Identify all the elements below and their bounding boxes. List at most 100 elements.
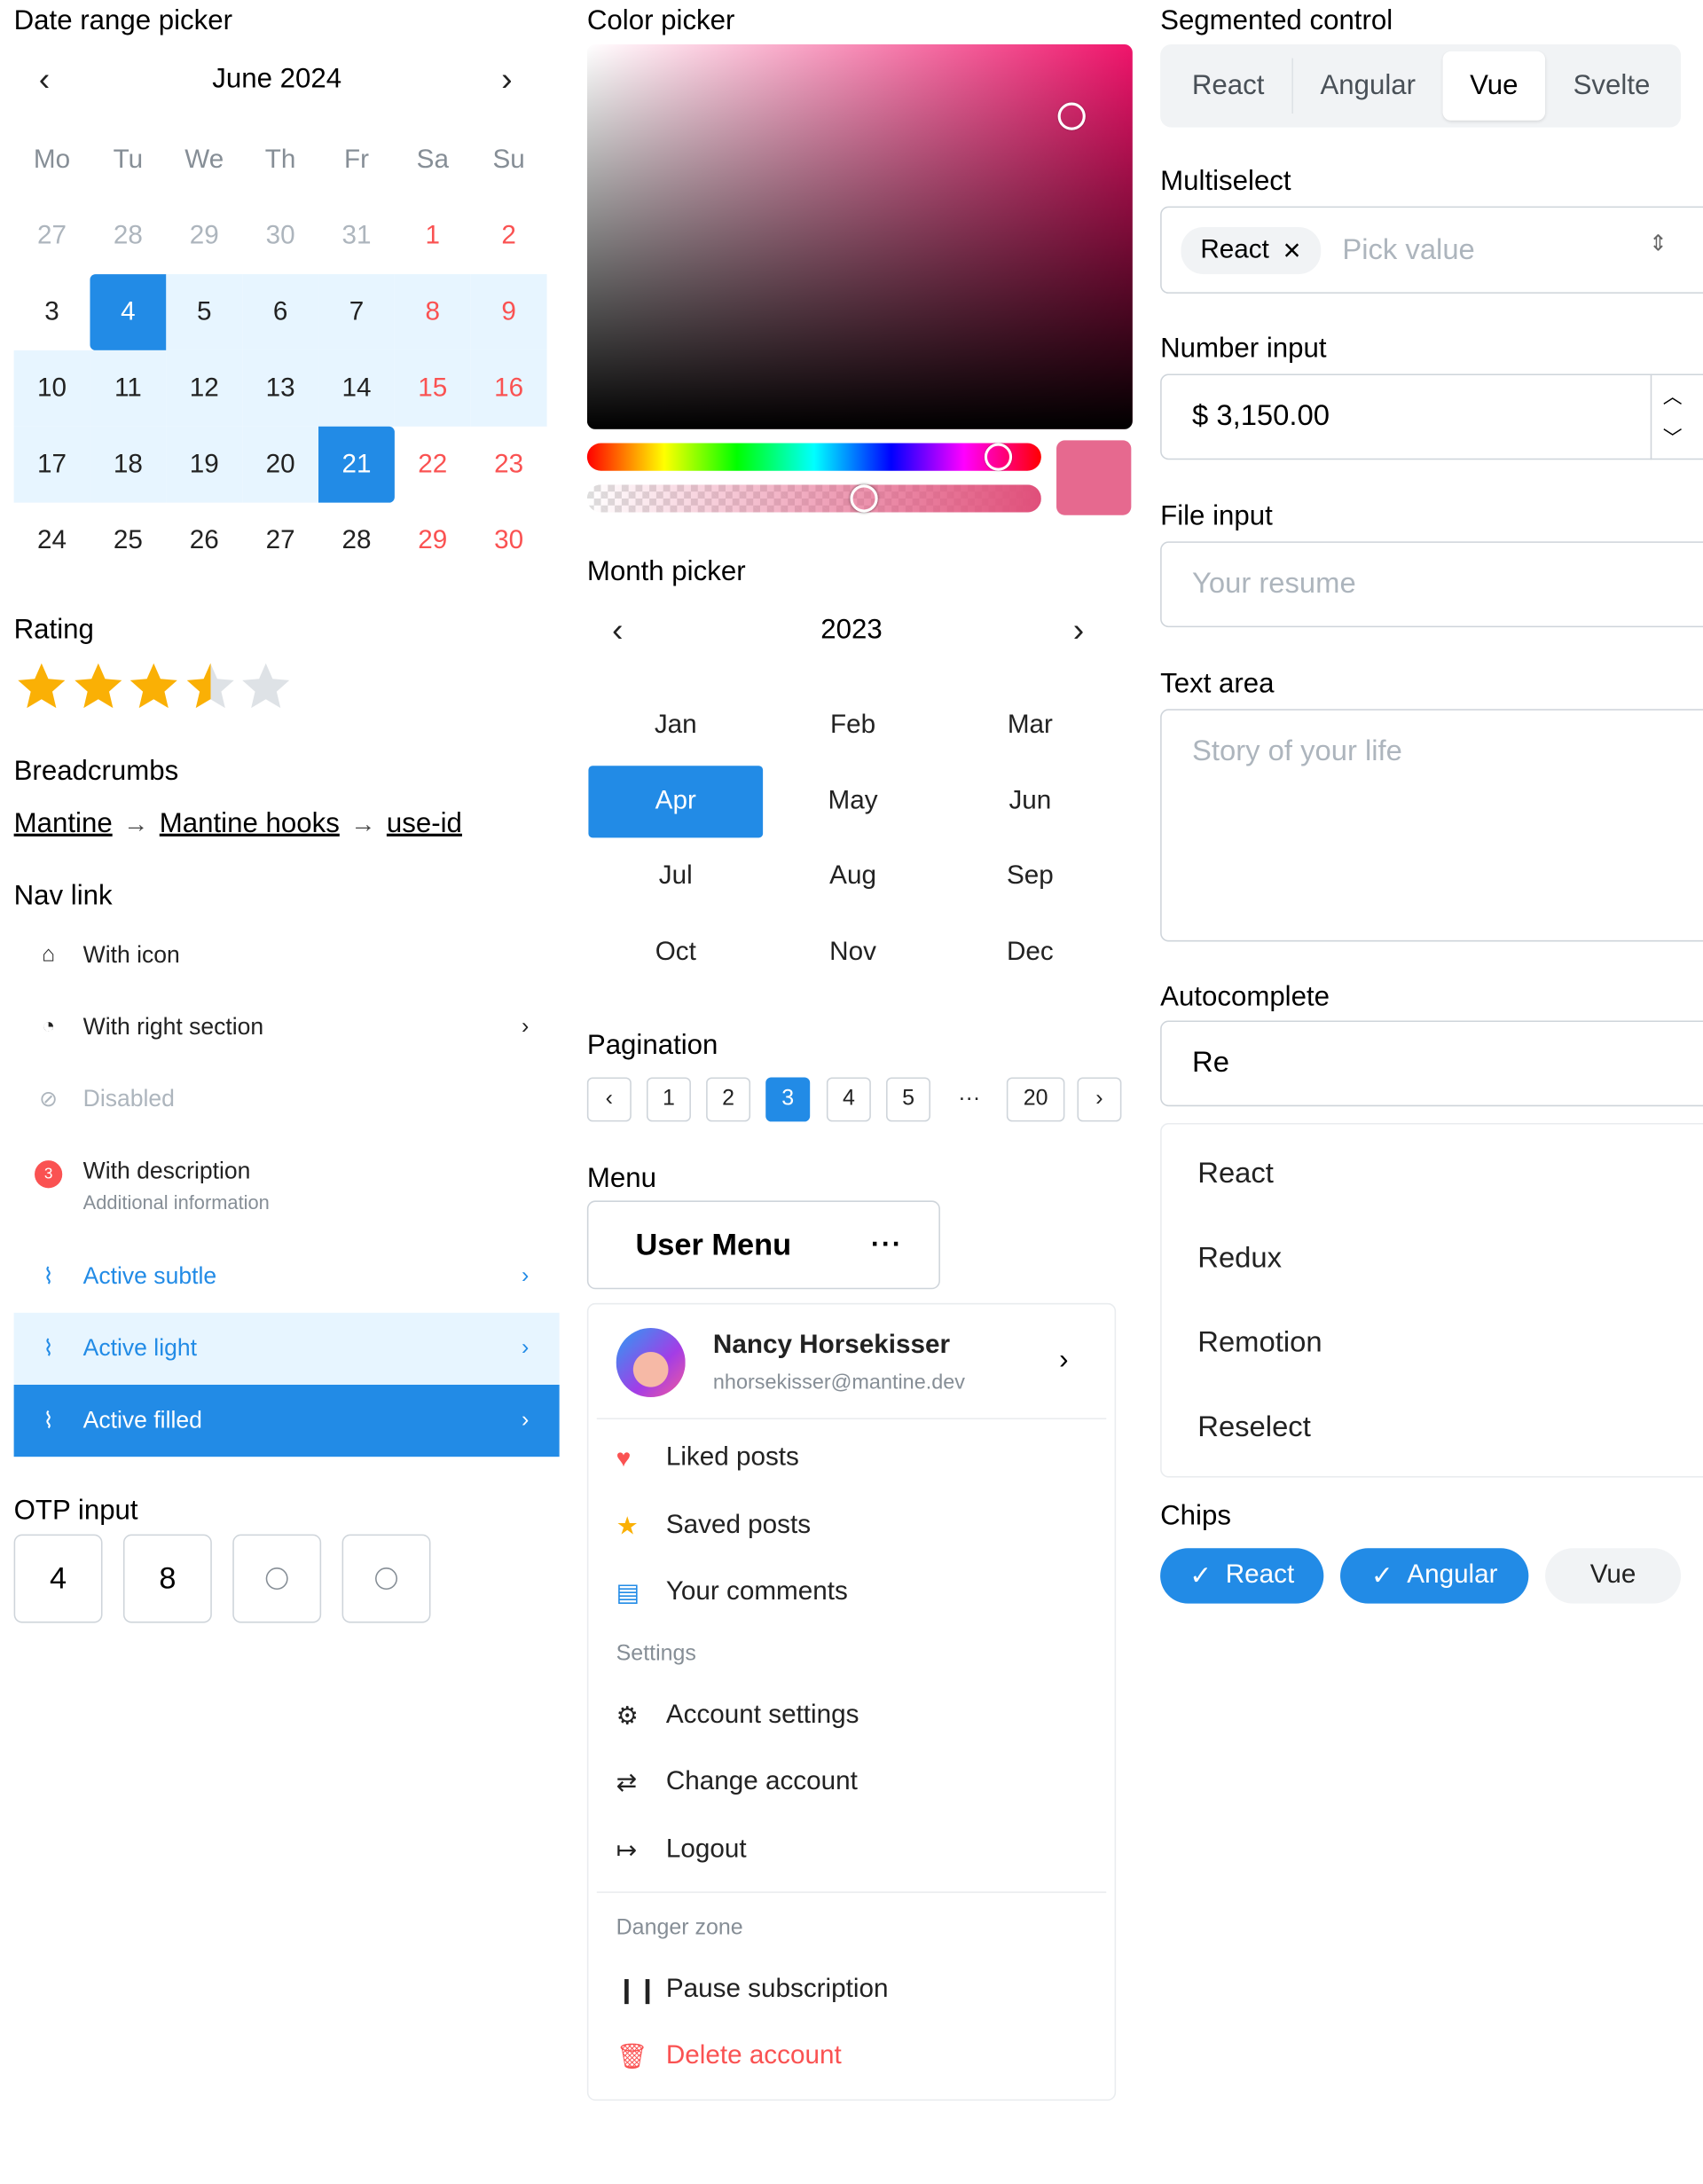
pagination-page[interactable]: 1: [646, 1077, 691, 1122]
calendar-day[interactable]: 8: [394, 274, 471, 350]
month-cell[interactable]: Jun: [941, 764, 1118, 839]
segment-angular[interactable]: Angular: [1296, 51, 1440, 121]
menu-item-saved-posts[interactable]: ★ Saved posts: [616, 1511, 811, 1541]
calendar-month-label[interactable]: June 2024: [138, 64, 415, 96]
nav-link-active-filled[interactable]: ⌇ Active filled ›: [13, 1385, 560, 1457]
calendar-day[interactable]: 13: [242, 350, 319, 427]
segment-svelte[interactable]: Svelte: [1548, 51, 1676, 121]
star-icon[interactable]: [70, 659, 125, 714]
hue-thumb[interactable]: [984, 443, 1013, 471]
menu-item-pause-subscription[interactable]: ❙❙ Pause subscription: [616, 1975, 889, 2005]
calendar-day[interactable]: 17: [13, 426, 90, 503]
calendar-day[interactable]: 24: [14, 503, 90, 579]
month-cell[interactable]: Mar: [941, 688, 1118, 764]
calendar-day[interactable]: 15: [394, 350, 471, 427]
menu-item-delete-account[interactable]: 🗑 Delete account: [616, 2041, 842, 2071]
chevron-down-icon[interactable]: ﹀: [1663, 424, 1683, 452]
month-cell[interactable]: Nov: [765, 915, 942, 990]
calendar-day[interactable]: 14: [318, 350, 395, 427]
calendar-day[interactable]: 10: [13, 350, 90, 427]
breadcrumb-link[interactable]: Mantine hooks: [160, 809, 340, 841]
calendar-day[interactable]: 11: [90, 350, 167, 427]
calendar-day[interactable]: 29: [166, 198, 242, 274]
otp-field[interactable]: 8: [122, 1534, 212, 1623]
pagination-page[interactable]: 2: [706, 1077, 751, 1122]
otp-field[interactable]: [232, 1534, 322, 1623]
pagination-prev-button[interactable]: ‹: [586, 1077, 632, 1122]
otp-field[interactable]: 4: [13, 1534, 103, 1623]
pagination-next-button[interactable]: ›: [1077, 1077, 1122, 1122]
calendar-day[interactable]: 22: [395, 427, 471, 503]
number-stepper[interactable]: ︿ ﹀: [1650, 373, 1703, 460]
autocomplete-option[interactable]: Remotion: [1197, 1326, 1322, 1359]
month-cell[interactable]: Jan: [587, 688, 765, 764]
month-cell[interactable]: Sep: [941, 839, 1118, 915]
calendar-day[interactable]: 6: [242, 274, 319, 350]
user-menu-button[interactable]: User Menu ···: [586, 1200, 940, 1290]
chip-angular[interactable]: ✓ Angular: [1340, 1548, 1529, 1604]
calendar-day-range-start[interactable]: 4: [90, 274, 167, 350]
calendar-day[interactable]: 20: [242, 426, 319, 503]
calendar-day[interactable]: 29: [395, 503, 471, 579]
star-icon[interactable]: [14, 659, 69, 714]
close-icon[interactable]: ×: [1283, 232, 1300, 268]
pagination-page-active[interactable]: 3: [765, 1077, 811, 1122]
file-input[interactable]: Your resume: [1160, 541, 1703, 628]
breadcrumb-link[interactable]: use-id: [387, 809, 462, 841]
calendar-day[interactable]: 18: [90, 426, 167, 503]
menu-item-account-settings[interactable]: ⚙ Account settings: [616, 1701, 859, 1731]
alpha-slider[interactable]: [586, 484, 1041, 513]
menu-item-logout[interactable]: ↦ Logout: [616, 1834, 747, 1865]
nav-link-active-light[interactable]: ⌇ Active light ›: [13, 1312, 560, 1385]
nav-link-with-description[interactable]: 3 With description Additional informatio…: [14, 1147, 560, 1238]
multiselect-input[interactable]: React × Pick value ⇕: [1160, 206, 1703, 294]
calendar-day[interactable]: 3: [14, 274, 90, 350]
breadcrumb-link[interactable]: Mantine: [14, 809, 113, 841]
saturation-area[interactable]: [586, 43, 1133, 429]
month-cell[interactable]: Feb: [765, 688, 942, 764]
calendar-day[interactable]: 27: [242, 503, 318, 579]
calendar-day[interactable]: 30: [242, 198, 318, 274]
menu-item-change-account[interactable]: ⇄ Change account: [616, 1767, 858, 1797]
chevron-right-icon[interactable]: ›: [1059, 1345, 1068, 1377]
calendar-day-range-end[interactable]: 21: [318, 426, 395, 503]
calendar-day[interactable]: 26: [166, 503, 242, 579]
star-icon[interactable]: [126, 659, 181, 714]
autocomplete-input[interactable]: Re: [1160, 1020, 1703, 1107]
calendar-day[interactable]: 27: [14, 198, 90, 274]
autocomplete-option[interactable]: Reselect: [1197, 1411, 1311, 1444]
prev-year-button[interactable]: ‹: [612, 612, 623, 651]
pagination-page[interactable]: 5: [886, 1077, 930, 1122]
calendar-day[interactable]: 7: [318, 274, 395, 350]
calendar-day[interactable]: 28: [318, 503, 395, 579]
year-label[interactable]: 2023: [713, 615, 990, 647]
calendar-day[interactable]: 9: [470, 274, 547, 350]
autocomplete-option[interactable]: Redux: [1197, 1242, 1282, 1275]
pagination-page[interactable]: 20: [1006, 1077, 1065, 1122]
month-cell[interactable]: Aug: [765, 839, 942, 915]
prev-month-button[interactable]: ‹: [39, 61, 50, 100]
next-month-button[interactable]: ›: [501, 61, 512, 100]
calendar-day[interactable]: 1: [395, 198, 471, 274]
menu-item-liked-posts[interactable]: ♥ Liked posts: [616, 1443, 799, 1473]
saturation-thumb[interactable]: [1057, 102, 1086, 130]
calendar-day[interactable]: 28: [90, 198, 166, 274]
chevron-up-icon[interactable]: ︿: [1663, 382, 1683, 410]
calendar-day[interactable]: 12: [166, 350, 243, 427]
nav-link-right-section[interactable]: ◔ With right section ›: [14, 992, 560, 1064]
otp-field[interactable]: [341, 1534, 431, 1623]
month-cell[interactable]: Jul: [587, 839, 765, 915]
nav-link-with-icon[interactable]: ⌂ With icon: [14, 920, 560, 992]
calendar-day[interactable]: 31: [318, 198, 395, 274]
hue-slider[interactable]: [586, 443, 1041, 471]
chip-vue[interactable]: Vue: [1545, 1548, 1682, 1604]
calendar-day[interactable]: 23: [471, 427, 547, 503]
segment-react[interactable]: React: [1165, 51, 1290, 121]
star-icon[interactable]: [182, 659, 237, 714]
menu-item-your-comments[interactable]: ▤ Your comments: [616, 1577, 848, 1607]
autocomplete-option[interactable]: React: [1197, 1158, 1274, 1190]
nav-link-active-subtle[interactable]: ⌇ Active subtle ›: [14, 1241, 560, 1313]
month-cell[interactable]: May: [765, 764, 942, 839]
calendar-day[interactable]: 5: [166, 274, 243, 350]
pagination-page[interactable]: 4: [826, 1077, 871, 1122]
